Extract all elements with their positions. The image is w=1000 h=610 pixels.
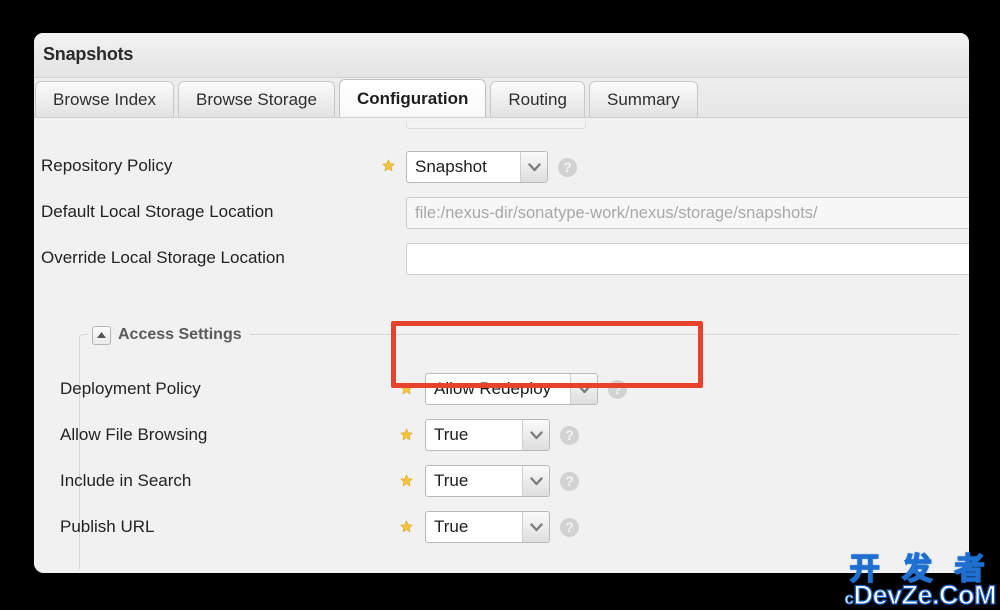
chevron-down-icon[interactable] [522,420,549,450]
watermark-latin-prefix: c [844,589,854,608]
label-deployment-policy: Deployment Policy [60,379,201,398]
help-icon-allow-file-browsing[interactable]: ? [560,426,579,445]
deployment-policy-select[interactable]: Allow Redeploy [425,373,598,405]
watermark-latin: cDevZe.CoM [844,580,997,610]
include-in-search-select[interactable]: True [425,465,550,497]
star-icon [382,159,395,172]
configuration-form: Repository Policy Snapshot ? Default Loc… [34,119,969,573]
repository-policy-value: Snapshot [415,157,487,176]
label-include-in-search: Include in Search [60,471,192,490]
star-icon [400,428,413,441]
label-publish-url: Publish URL [60,517,155,536]
label-override-local-storage-location: Override Local Storage Location [41,248,285,267]
chevron-down-icon[interactable] [520,152,547,182]
tab-routing[interactable]: Routing [490,81,585,117]
tab-browse-storage[interactable]: Browse Storage [178,81,335,117]
tab-bar: Browse Index Browse Storage Configuratio… [34,78,969,118]
help-icon-repository-policy[interactable]: ? [558,158,577,177]
row-repository-policy: Repository Policy Snapshot ? [34,143,969,189]
chevron-down-icon[interactable] [522,512,549,542]
screenshot-root: Snapshots Browse Index Browse Storage Co… [0,0,1000,610]
tab-summary[interactable]: Summary [588,81,698,117]
page-title: Snapshots [43,44,134,64]
chevron-down-icon[interactable] [522,466,549,496]
tab-browse-index[interactable]: Browse Index [35,81,174,117]
allow-file-browsing-select[interactable]: True [425,419,550,451]
publish-url-select[interactable]: True [425,511,550,543]
row-include-in-search: Include in Search True ? [34,458,969,504]
collapse-up-arrow-icon[interactable] [92,325,111,345]
help-icon-publish-url[interactable]: ? [560,518,579,537]
help-icon-include-in-search[interactable]: ? [560,472,579,491]
chevron-down-icon[interactable] [570,374,597,404]
snapshots-panel: Snapshots Browse Index Browse Storage Co… [34,33,969,573]
label-allow-file-browsing: Allow File Browsing [60,425,208,444]
deployment-policy-value: Allow Redeploy [434,379,552,398]
watermark-latin-main: DevZe.CoM [853,580,997,610]
row-default-local-storage-location: Default Local Storage Location file:/nex… [34,189,969,235]
clipped-field-above [406,122,586,129]
help-icon-deployment-policy[interactable]: ? [608,380,627,399]
row-override-local-storage-location: Override Local Storage Location [34,235,969,281]
access-settings-title: Access Settings [118,326,242,343]
tab-configuration[interactable]: Configuration [338,79,487,117]
override-local-storage-location-input[interactable] [406,243,969,275]
star-icon [400,382,413,395]
repository-policy-select[interactable]: Snapshot [406,151,548,183]
panel-header: Snapshots [34,33,969,78]
row-deployment-policy: Deployment Policy Allow Redeploy ? [34,366,969,412]
star-icon [400,520,413,533]
row-allow-file-browsing: Allow File Browsing True ? [34,412,969,458]
publish-url-value: True [434,517,469,536]
access-settings-legend: Access Settings [88,323,250,347]
row-publish-url: Publish URL True ? [34,504,969,550]
default-local-storage-location-input[interactable]: file:/nexus-dir/sonatype-work/nexus/stor… [406,197,969,229]
include-in-search-value: True [434,471,469,490]
label-default-local-storage-location: Default Local Storage Location [41,202,274,221]
label-repository-policy: Repository Policy [41,156,173,175]
allow-file-browsing-value: True [434,425,469,444]
star-icon [400,474,413,487]
